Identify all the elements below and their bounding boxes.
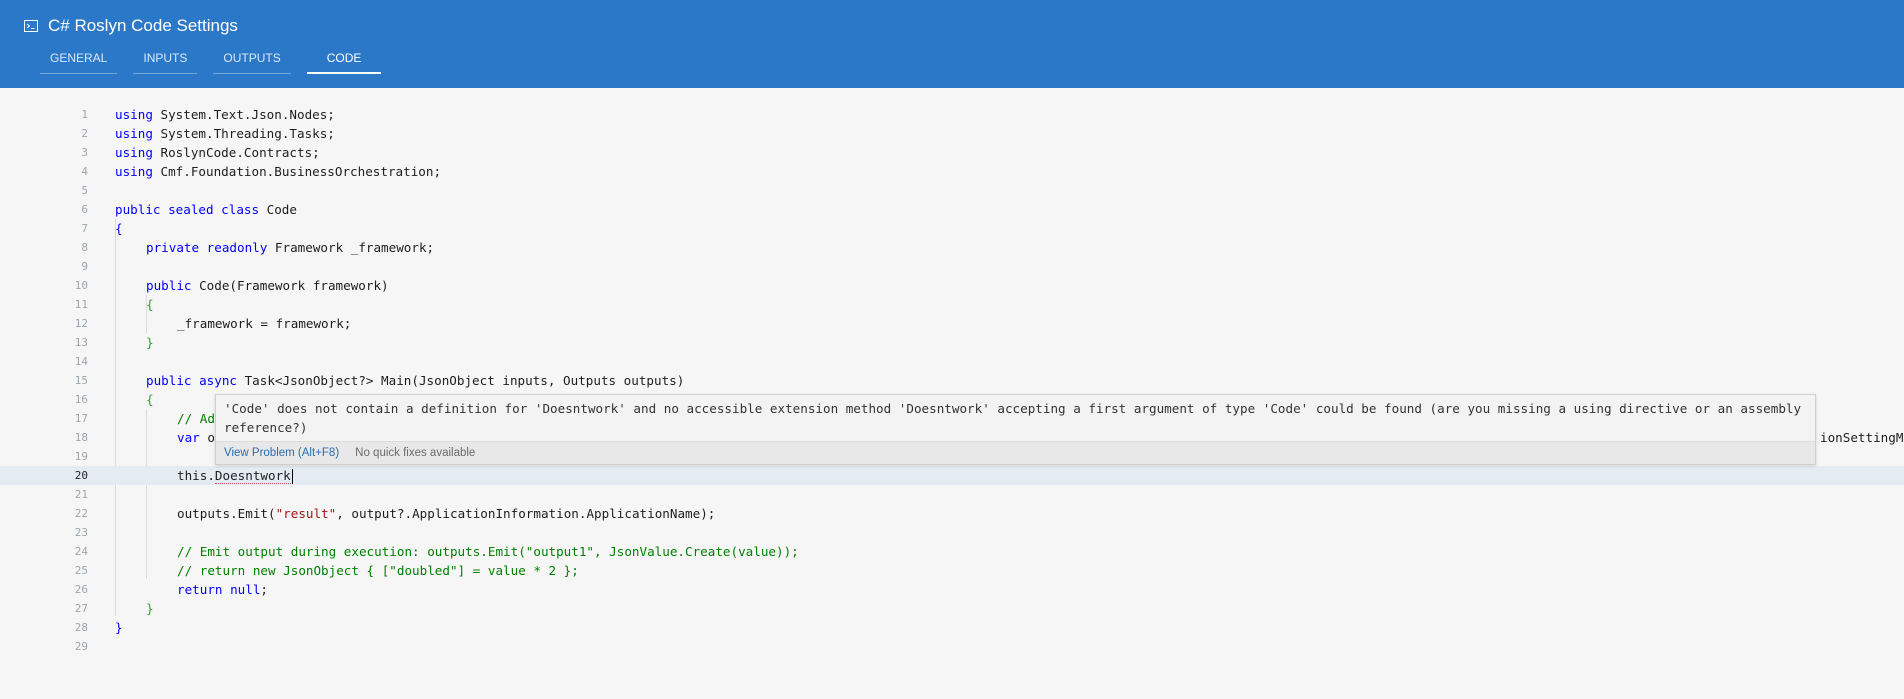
app-header: C# Roslyn Code Settings GENERAL INPUTS O… [0, 0, 1904, 88]
code-line[interactable]: 6 public sealed class Code [0, 200, 1904, 219]
line-number: 23 [74, 526, 88, 539]
page-title: C# Roslyn Code Settings [48, 16, 238, 35]
line-number: 8 [81, 241, 88, 254]
line-number: 21 [74, 488, 88, 501]
tab-general[interactable]: GENERAL [40, 46, 118, 74]
code-lines: 1 using System.Text.Json.Nodes; 2 using Sy… [0, 105, 1904, 656]
code-line[interactable]: 8 private readonly Framework _framework; [0, 238, 1904, 257]
code-line[interactable]: 3 using RoslynCode.Contracts; [0, 143, 1904, 162]
line-number: 26 [74, 583, 88, 596]
line-number: 11 [74, 298, 88, 311]
code-line[interactable]: 1 using System.Text.Json.Nodes; [0, 105, 1904, 124]
code-line[interactable]: 4 using Cmf.Foundation.BusinessOrchestrat… [0, 162, 1904, 181]
code-editor[interactable]: 1 using System.Text.Json.Nodes; 2 using Sy… [0, 88, 1904, 699]
code-line[interactable]: 10 public Code(Framework framework) [0, 276, 1904, 295]
line-number: 4 [81, 165, 88, 178]
code-line[interactable]: 15 public async Task<JsonObject?> Main(Js… [0, 371, 1904, 390]
code-line[interactable]: 13} [0, 333, 1904, 352]
line-number: 12 [74, 317, 88, 330]
code-line[interactable]: 21 [0, 485, 1904, 504]
code-line[interactable]: 22 outputs.Emit("result", output?.Applica… [0, 504, 1904, 523]
code-line-current[interactable]: 20 this.Doesntwork [0, 466, 1904, 485]
line-number: 13 [74, 336, 88, 349]
view-problem-link[interactable]: View Problem (Alt+F8) [224, 447, 339, 459]
code-line[interactable]: 11{ [0, 295, 1904, 314]
line-number: 22 [74, 507, 88, 520]
line-number: 1 [81, 108, 88, 121]
line-number: 10 [74, 279, 88, 292]
code-line[interactable]: 7{ [0, 219, 1904, 238]
terminal-icon [24, 20, 38, 32]
code-line[interactable]: 24// Emit output during execution: outpu… [0, 542, 1904, 561]
tab-code[interactable]: CODE [306, 46, 382, 74]
line-number: 25 [74, 564, 88, 577]
line-number: 19 [74, 450, 88, 463]
line-number: 3 [81, 146, 88, 159]
error-hover-tooltip: 'Code' does not contain a definition for… [215, 394, 1816, 465]
line-number: 17 [74, 412, 88, 425]
line-number: 28 [74, 621, 88, 634]
line-number: 16 [74, 393, 88, 406]
line-number: 15 [74, 374, 88, 387]
tab-outputs[interactable]: OUTPUTS [213, 46, 291, 74]
tab-inputs[interactable]: INPUTS [133, 46, 198, 74]
line-number: 7 [81, 222, 88, 235]
code-line[interactable]: 2 using System.Threading.Tasks; [0, 124, 1904, 143]
code-line[interactable]: 5 [0, 181, 1904, 200]
no-quick-fixes-label: No quick fixes available [355, 447, 476, 459]
line-number: 18 [74, 431, 88, 444]
code-line[interactable]: 9 [0, 257, 1904, 276]
line-number: 2 [81, 127, 88, 140]
error-squiggle[interactable]: Doesntwork [214, 468, 291, 484]
line-number: 14 [74, 355, 88, 368]
line-number: 29 [74, 640, 88, 653]
line-number: 24 [74, 545, 88, 558]
line-number: 9 [81, 260, 88, 273]
error-message: 'Code' does not contain a definition for… [224, 401, 1802, 435]
code-line[interactable]: 27} [0, 599, 1904, 618]
text-cursor [291, 469, 293, 484]
line-number: 27 [74, 602, 88, 615]
line-number: 6 [81, 203, 88, 216]
code-line[interactable]: 12 _framework = framework; [0, 314, 1904, 333]
tooltip-actions: View Problem (Alt+F8) No quick fixes ava… [216, 441, 1815, 464]
code-line[interactable]: 26 return null; [0, 580, 1904, 599]
code-line[interactable]: 29 [0, 637, 1904, 656]
code-line[interactable]: 25// return new JsonObject { ["doubled"]… [0, 561, 1904, 580]
tab-bar: GENERAL INPUTS OUTPUTS CODE [40, 46, 397, 74]
code-line[interactable]: 23 [0, 523, 1904, 542]
line-number: 5 [81, 184, 88, 197]
line-number: 20 [74, 469, 88, 482]
code-line[interactable]: 14 [0, 352, 1904, 371]
window-title-bar: C# Roslyn Code Settings [24, 14, 238, 38]
code-line[interactable]: 28} [0, 618, 1904, 637]
